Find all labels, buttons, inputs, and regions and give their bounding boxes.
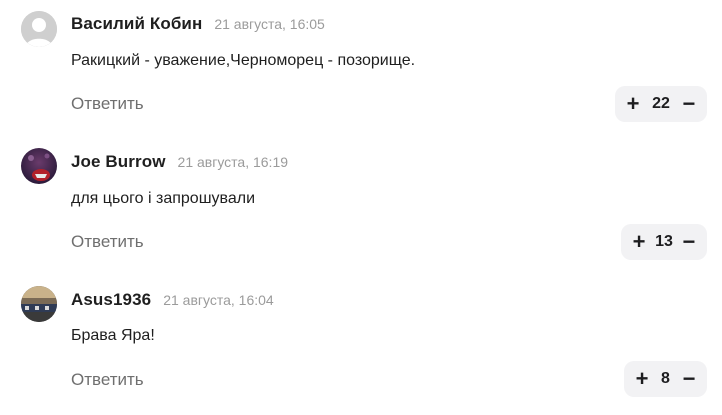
- user-photo: [21, 148, 57, 184]
- vote-count: 22: [652, 95, 670, 112]
- reply-button[interactable]: Ответить: [71, 94, 144, 114]
- vote-count: 13: [655, 233, 673, 250]
- user-photo: [21, 286, 57, 322]
- upvote-button[interactable]: +: [635, 368, 649, 390]
- comment-text: Брава Яра!: [71, 327, 155, 344]
- reply-button[interactable]: Ответить: [71, 370, 144, 390]
- comment: Василий Кобин 21 августа, 16:05 Ракицкий…: [0, 0, 722, 138]
- comment-text: для цього і запрошували: [71, 190, 256, 207]
- comment-date: 21 августа, 16:05: [214, 16, 325, 32]
- comment-author[interactable]: Asus1936: [71, 290, 151, 310]
- avatar[interactable]: [21, 148, 57, 184]
- downvote-button[interactable]: −: [682, 93, 696, 115]
- vote-control: + 8 −: [624, 361, 707, 397]
- upvote-button[interactable]: +: [626, 93, 640, 115]
- avatar[interactable]: [21, 286, 57, 322]
- vote-control: + 22 −: [615, 86, 707, 122]
- comment-author[interactable]: Joe Burrow: [71, 152, 166, 172]
- comment-author[interactable]: Василий Кобин: [71, 14, 202, 34]
- comment-date: 21 августа, 16:19: [177, 154, 289, 170]
- vote-count: 8: [661, 370, 670, 387]
- downvote-button[interactable]: −: [682, 231, 696, 253]
- comment: Asus1936 21 августа, 16:04 Брава Яра! От…: [0, 276, 722, 415]
- avatar[interactable]: [21, 11, 57, 47]
- comment-date: 21 августа, 16:04: [163, 292, 274, 308]
- default-user-icon: [21, 11, 57, 47]
- comment: Joe Burrow 21 августа, 16:19 для цього і…: [0, 138, 722, 276]
- comment-text: Ракицкий - уважение,Черноморец - позорищ…: [71, 52, 416, 69]
- downvote-button[interactable]: −: [682, 368, 696, 390]
- reply-button[interactable]: Ответить: [71, 232, 144, 252]
- upvote-button[interactable]: +: [632, 231, 646, 253]
- vote-control: + 13 −: [621, 224, 707, 260]
